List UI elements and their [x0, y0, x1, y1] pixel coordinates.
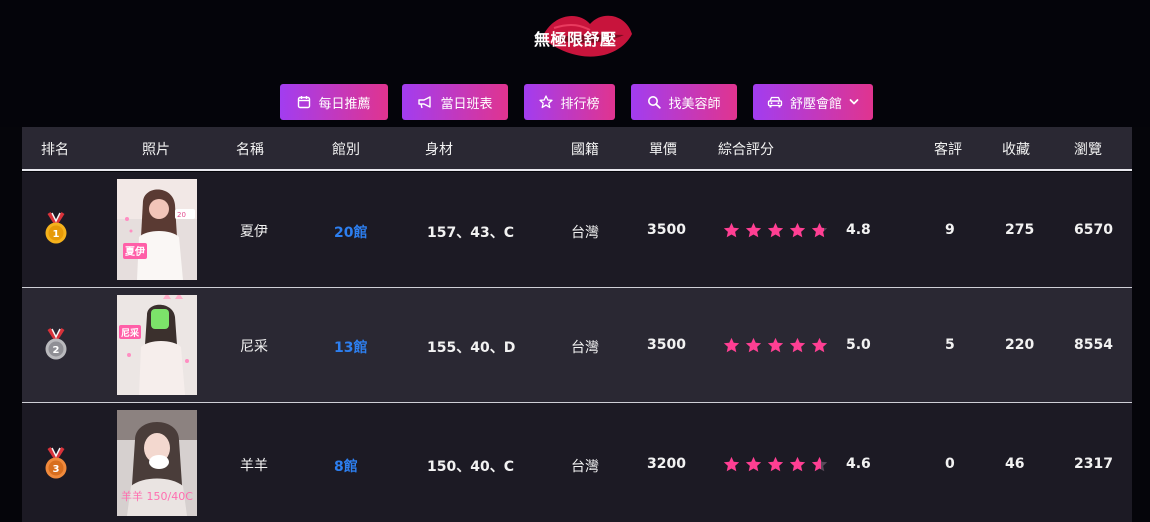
branch-link[interactable]: 13館 — [334, 337, 367, 357]
star-icon — [767, 337, 784, 353]
svg-text:1: 1 — [53, 229, 60, 240]
header-nationality: 國籍 — [571, 142, 599, 158]
star-icon — [539, 95, 554, 109]
star-icon — [767, 222, 784, 238]
review-count: 5 — [945, 337, 955, 353]
star-icon — [789, 456, 806, 472]
profile-photo[interactable]: 尼采 — [117, 295, 197, 395]
nav-daily-recommend-button[interactable]: 每日推薦 — [280, 84, 388, 120]
nav-today-schedule-button[interactable]: 當日班表 — [402, 84, 508, 120]
svg-text:2: 2 — [53, 345, 60, 356]
table-header: 排名 照片 名稱 館別 身材 國籍 單價 綜合評分 客評 收藏 瀏覽 — [22, 127, 1132, 171]
star-icon — [723, 337, 740, 353]
search-icon — [648, 96, 662, 109]
star-icon — [723, 222, 740, 238]
star-icon — [811, 456, 828, 472]
star-icon — [811, 222, 828, 238]
svg-text:夏伊: 夏伊 — [124, 245, 145, 258]
star-icon — [745, 456, 762, 472]
view-count: 8554 — [1074, 337, 1113, 353]
header-name: 名稱 — [236, 142, 264, 158]
site-logo[interactable]: 無極限舒壓 — [520, 4, 640, 68]
nationality: 台灣 — [571, 225, 599, 241]
beautician-name[interactable]: 羊羊 — [240, 455, 268, 475]
car-icon — [767, 96, 783, 108]
site-title: 無極限舒壓 — [534, 30, 617, 49]
header-reviews: 客評 — [934, 142, 962, 158]
nav-label: 當日班表 — [440, 96, 493, 112]
table-row[interactable]: 3 羊羊 150/40C 羊羊 8館 150、40、C 台灣 3200 4.6 … — [22, 403, 1132, 522]
review-count: 9 — [945, 222, 955, 238]
star-icon — [723, 456, 740, 472]
star-icon — [745, 222, 762, 238]
price: 3500 — [647, 337, 686, 353]
body-stats: 150、40、C — [427, 459, 514, 475]
gold-medal-icon: 1 — [45, 212, 67, 244]
nationality: 台灣 — [571, 340, 599, 356]
header-rank: 排名 — [41, 142, 69, 158]
silver-medal-icon: 2 — [45, 328, 67, 360]
header-views: 瀏覽 — [1074, 142, 1102, 158]
main-nav: 每日推薦 當日班表 排行榜 找美容師 舒壓會館 — [0, 84, 1150, 120]
view-count: 2317 — [1074, 456, 1113, 472]
rating-score: 5.0 — [846, 337, 871, 353]
megaphone-icon — [418, 96, 432, 109]
site-header: 無極限舒壓 每日推薦 當日班表 排行榜 找美容師 舒壓會館 — [0, 0, 1150, 127]
beautician-name[interactable]: 夏伊 — [240, 221, 268, 241]
header-body: 身材 — [425, 142, 453, 158]
review-count: 0 — [945, 456, 955, 472]
branch-link[interactable]: 8館 — [334, 456, 358, 476]
nav-ranking-button[interactable]: 排行榜 — [524, 84, 615, 120]
branch-link[interactable]: 20館 — [334, 222, 367, 242]
calendar-icon — [298, 96, 311, 109]
rating-score: 4.6 — [846, 456, 871, 472]
nav-label: 排行榜 — [560, 96, 600, 112]
header-rating: 綜合評分 — [718, 142, 774, 158]
favorite-count: 275 — [1005, 222, 1035, 238]
nav-label: 每日推薦 — [318, 96, 371, 112]
favorite-count: 46 — [1005, 456, 1025, 472]
header-favorites: 收藏 — [1002, 142, 1030, 158]
rating-score: 4.8 — [846, 222, 871, 238]
rating-stars — [723, 456, 828, 472]
profile-photo[interactable]: 羊羊 150/40C — [117, 410, 197, 516]
nav-label: 舒壓會館 — [789, 96, 842, 112]
header-price: 單價 — [649, 142, 677, 158]
nav-label: 找美容師 — [668, 96, 721, 112]
profile-photo[interactable]: 夏伊 20 — [117, 179, 197, 280]
favorite-count: 220 — [1005, 337, 1035, 353]
beautician-name[interactable]: 尼采 — [240, 336, 268, 356]
body-stats: 157、43、C — [427, 225, 514, 241]
nationality: 台灣 — [571, 459, 599, 475]
nav-spa-club-dropdown[interactable]: 舒壓會館 — [753, 84, 873, 120]
header-branch: 館別 — [332, 142, 360, 158]
svg-text:羊羊 150/40C: 羊羊 150/40C — [121, 489, 193, 503]
bronze-medal-icon: 3 — [45, 447, 67, 479]
table-row[interactable]: 2 尼采 尼采 13館 155、40、D 台灣 3500 5.0 5 220 8… — [22, 288, 1132, 402]
price: 3500 — [647, 222, 686, 238]
chevron-down-icon — [849, 99, 859, 105]
star-icon — [811, 337, 828, 353]
ranking-table: 排名 照片 名稱 館別 身材 國籍 單價 綜合評分 客評 收藏 瀏覽 1 夏伊 — [22, 127, 1132, 522]
svg-text:尼采: 尼采 — [121, 327, 139, 339]
star-icon — [767, 456, 784, 472]
rating-stars — [723, 337, 828, 353]
svg-text:20: 20 — [177, 211, 186, 219]
price: 3200 — [647, 456, 686, 472]
star-icon — [745, 337, 762, 353]
nav-find-beautician-button[interactable]: 找美容師 — [631, 84, 737, 120]
header-photo: 照片 — [142, 142, 170, 158]
star-icon — [789, 222, 806, 238]
rating-stars — [723, 222, 828, 238]
table-row[interactable]: 1 夏伊 20 夏伊 20館 157、43、C 台灣 3500 4.8 9 27… — [22, 172, 1132, 287]
body-stats: 155、40、D — [427, 340, 516, 356]
svg-text:3: 3 — [53, 464, 60, 475]
star-icon — [789, 337, 806, 353]
view-count: 6570 — [1074, 222, 1113, 238]
